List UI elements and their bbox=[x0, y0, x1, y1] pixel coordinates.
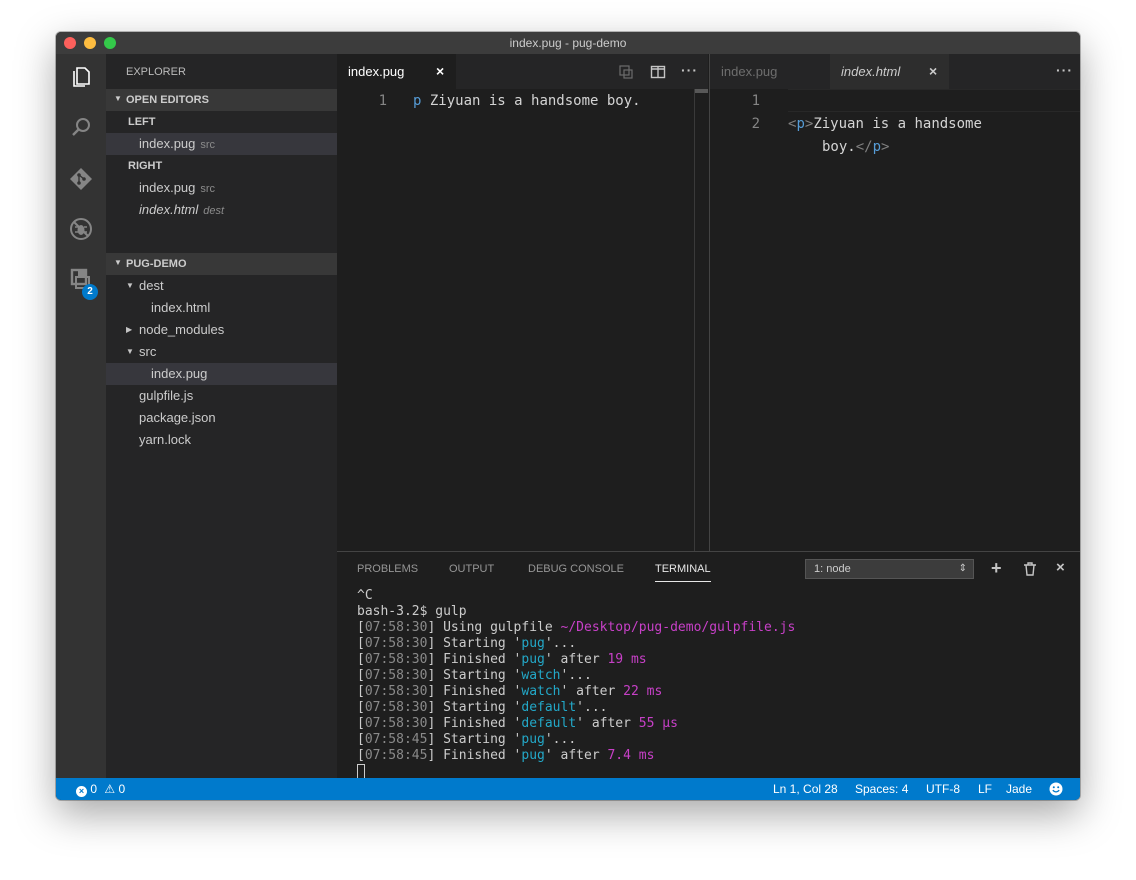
search-icon[interactable] bbox=[56, 107, 106, 147]
project-header[interactable]: ▼ PUG-DEMO bbox=[106, 253, 337, 275]
open-editor-item[interactable]: index.pug src bbox=[106, 177, 337, 199]
tab-index-html[interactable]: index.html × bbox=[830, 54, 949, 89]
terminal-line: [07:58:45] Finished 'pug' after 7.4 ms bbox=[357, 748, 655, 763]
terminal-line: [07:58:30] Finished 'watch' after 22 ms bbox=[357, 684, 663, 699]
more-actions-icon[interactable]: ··· bbox=[1056, 62, 1073, 78]
chevron-down-icon: ▼ bbox=[114, 94, 122, 103]
group-left-label: LEFT bbox=[128, 116, 156, 128]
tab-terminal[interactable]: TERMINAL bbox=[655, 563, 711, 582]
close-icon[interactable]: × bbox=[929, 54, 937, 89]
current-line-highlight bbox=[788, 89, 1080, 112]
split-editor-icon[interactable] bbox=[650, 64, 666, 85]
code-line-wrapped: boy.</p> bbox=[822, 139, 890, 155]
editor-group-right: index.pug index.html × ··· 1 2 <p>Ziyuan… bbox=[709, 54, 1080, 551]
open-editor-item[interactable]: index.html dest bbox=[106, 199, 337, 221]
extensions-badge: 2 bbox=[82, 284, 98, 300]
tree-folder-node-modules[interactable]: ▶ node_modules bbox=[106, 319, 337, 341]
tab-debug-console[interactable]: DEBUG CONSOLE bbox=[528, 563, 624, 575]
line-number: 2 bbox=[751, 116, 760, 132]
encoding[interactable]: UTF-8 bbox=[926, 782, 960, 796]
feedback-smiley-icon[interactable] bbox=[1049, 782, 1063, 799]
editor-group-left: index.pug × ··· 1 p Ziyuan is a handsome… bbox=[337, 54, 708, 551]
tree-file[interactable]: gulpfile.js bbox=[106, 385, 337, 407]
chevron-down-icon: ▼ bbox=[126, 347, 134, 356]
explorer-icon[interactable] bbox=[56, 57, 106, 97]
close-panel-icon[interactable]: × bbox=[1056, 559, 1065, 576]
code-area-left[interactable]: 1 p Ziyuan is a handsome boy. bbox=[337, 89, 695, 551]
chevron-right-icon: ▶ bbox=[126, 325, 133, 334]
group-right-label: RIGHT bbox=[128, 160, 163, 172]
tree-file[interactable]: index.html bbox=[106, 297, 337, 319]
status-bar: × 0 ⚠ 0 Ln 1, Col 28 Spaces: 4 UTF-8 LF … bbox=[56, 778, 1080, 800]
code-line: p Ziyuan is a handsome boy. bbox=[413, 93, 641, 109]
language-mode[interactable]: Jade bbox=[1006, 782, 1032, 796]
tree-folder-src[interactable]: ▼ src bbox=[106, 341, 337, 363]
warning-icon: ⚠ bbox=[104, 782, 116, 796]
tab-bar-left: index.pug × ··· bbox=[337, 54, 708, 89]
tab-index-pug[interactable]: index.pug × bbox=[337, 54, 456, 89]
errors-indicator[interactable]: × 0 ⚠ 0 bbox=[76, 782, 125, 797]
tree-folder-dest[interactable]: ▼ dest bbox=[106, 275, 337, 297]
explorer-sidebar: EXPLORER ▼ OPEN EDITORS LEFT index.pug sr… bbox=[106, 54, 337, 778]
end-of-line[interactable]: LF bbox=[978, 782, 992, 796]
tab-index-pug[interactable]: index.pug bbox=[710, 54, 830, 89]
terminal-line: [07:58:30] Using gulpfile ~/Desktop/pug-… bbox=[357, 620, 796, 635]
terminal-line: [07:58:30] Finished 'pug' after 19 ms bbox=[357, 652, 647, 667]
terminal-line: [07:58:30] Starting 'pug'... bbox=[357, 636, 577, 651]
tree-file[interactable]: yarn.lock bbox=[106, 429, 337, 451]
code-line: <p>Ziyuan is a handsome bbox=[788, 116, 982, 132]
terminal-line: [07:58:45] Starting 'pug'... bbox=[357, 732, 577, 747]
tree-file-selected[interactable]: index.pug bbox=[106, 363, 337, 385]
add-terminal-icon[interactable]: + bbox=[991, 558, 1002, 579]
chevron-down-icon: ▼ bbox=[114, 258, 122, 267]
scrollbar-left[interactable] bbox=[694, 89, 708, 551]
more-actions-icon[interactable]: ··· bbox=[681, 62, 698, 78]
terminal-output[interactable]: ^C bash-3.2$ gulp [07:58:30] Using gulpfil… bbox=[357, 588, 795, 764]
tab-problems[interactable]: PROBLEMS bbox=[357, 563, 418, 575]
code-area-right[interactable]: 1 2 <p>Ziyuan is a handsome boy.</p> bbox=[710, 89, 1080, 551]
tab-bar-right: index.pug index.html × ··· bbox=[710, 54, 1080, 89]
indentation[interactable]: Spaces: 4 bbox=[855, 782, 908, 796]
tab-output[interactable]: OUTPUT bbox=[449, 563, 494, 575]
terminal-select[interactable]: 1: node ⇕ bbox=[805, 559, 974, 579]
terminal-line: [07:58:30] Starting 'default'... bbox=[357, 700, 608, 715]
source-control-icon[interactable] bbox=[56, 159, 106, 199]
terminal-line: [07:58:30] Starting 'watch'... bbox=[357, 668, 592, 683]
terminal-line: ^C bbox=[357, 588, 373, 603]
vscode-window: index.pug - pug-demo 2 EXPLORER ▼ OPEN E… bbox=[56, 32, 1080, 800]
line-number: 1 bbox=[378, 93, 387, 109]
chevron-down-icon: ▼ bbox=[126, 281, 134, 290]
open-editors-header[interactable]: ▼ OPEN EDITORS bbox=[106, 89, 337, 111]
terminal-cursor bbox=[357, 764, 365, 779]
extensions-icon[interactable]: 2 bbox=[56, 259, 106, 300]
sidebar-title: EXPLORER bbox=[126, 66, 186, 78]
trash-icon[interactable] bbox=[1023, 562, 1037, 581]
open-editor-item[interactable]: index.pug src bbox=[106, 133, 337, 155]
activity-bar: 2 bbox=[56, 54, 106, 778]
terminal-line: bash-3.2$ gulp bbox=[357, 604, 467, 619]
open-changes-icon[interactable] bbox=[618, 64, 634, 85]
bottom-panel: PROBLEMS OUTPUT DEBUG CONSOLE TERMINAL 1… bbox=[337, 551, 1080, 779]
error-icon: × bbox=[76, 786, 87, 797]
title-bar: index.pug - pug-demo bbox=[56, 32, 1080, 54]
close-icon[interactable]: × bbox=[436, 54, 444, 89]
chevron-updown-icon: ⇕ bbox=[958, 563, 967, 574]
cursor-position[interactable]: Ln 1, Col 28 bbox=[773, 782, 838, 796]
line-number: 1 bbox=[751, 93, 760, 109]
debug-icon[interactable] bbox=[56, 209, 106, 249]
window-title: index.pug - pug-demo bbox=[509, 36, 627, 50]
terminal-line: [07:58:30] Finished 'default' after 55 μ… bbox=[357, 716, 678, 731]
tree-file[interactable]: package.json bbox=[106, 407, 337, 429]
